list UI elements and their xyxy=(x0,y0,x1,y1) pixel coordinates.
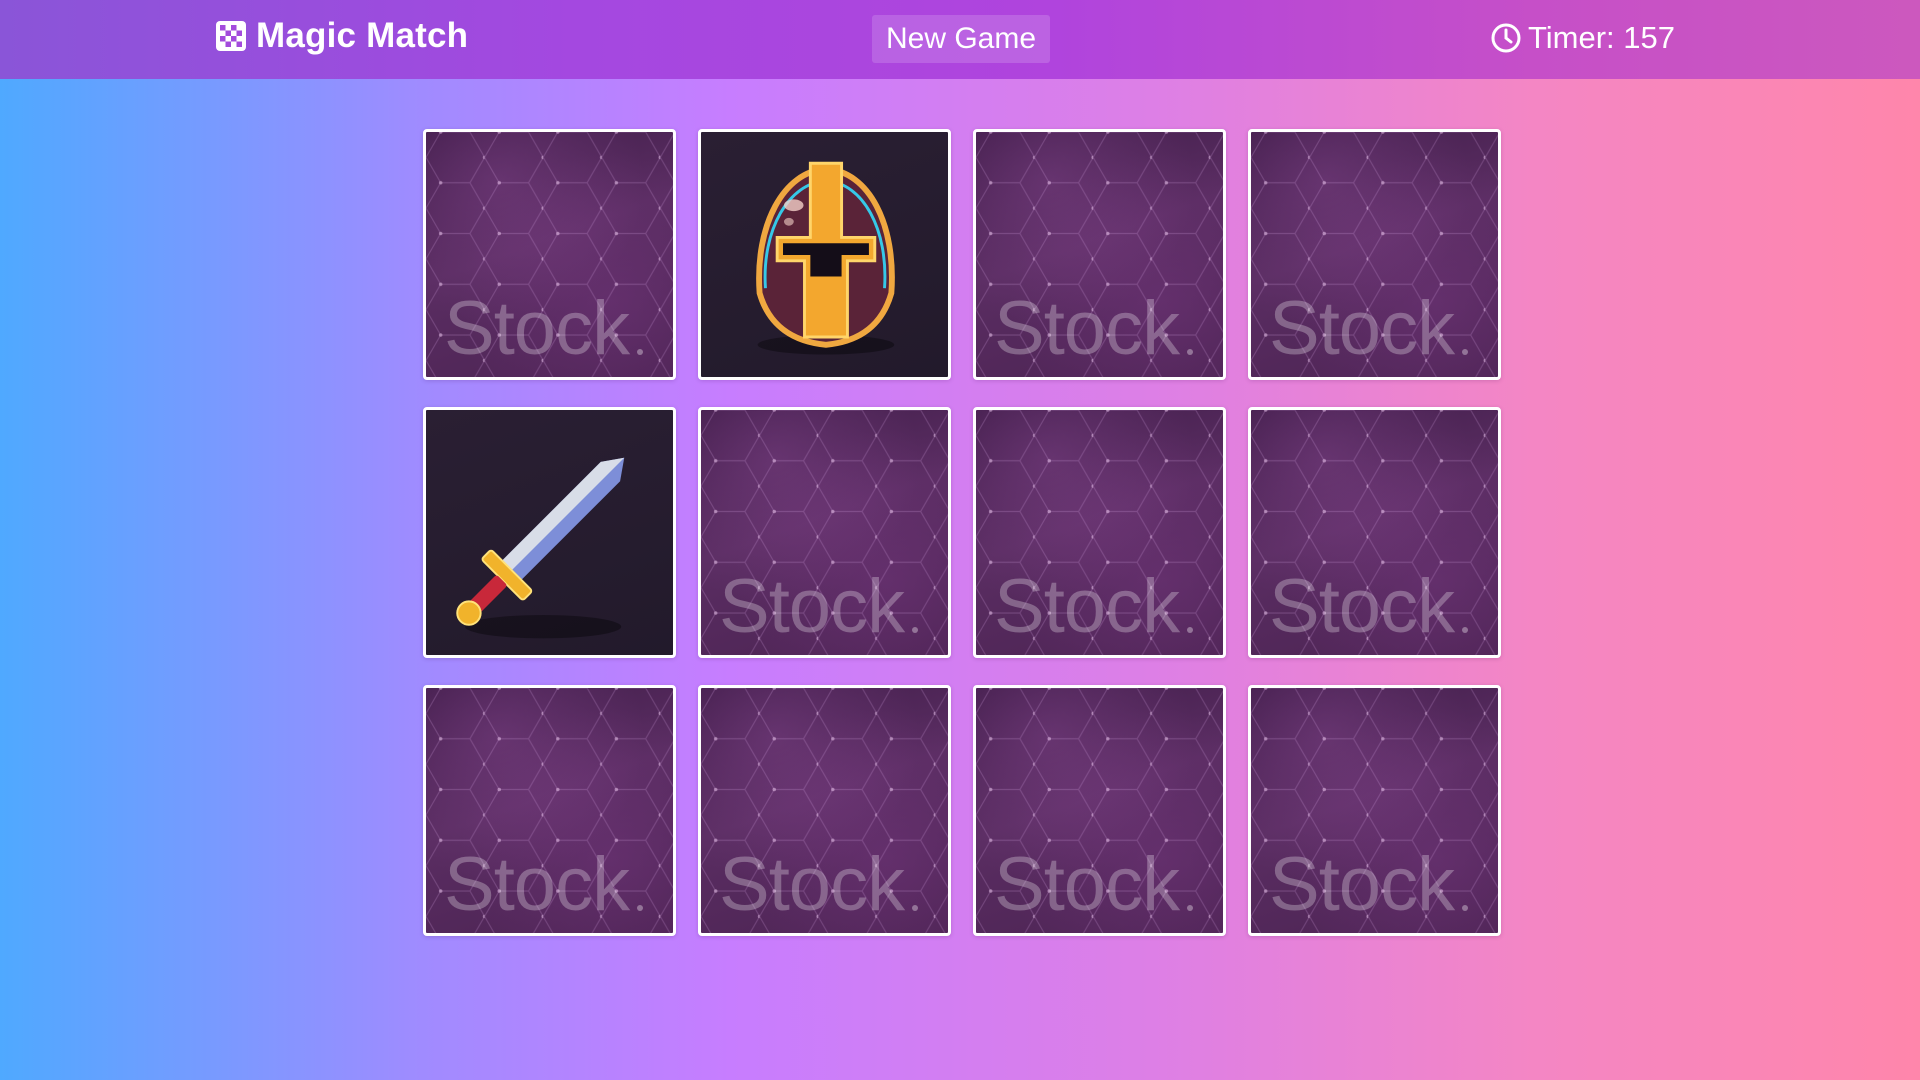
brand: Magic Match xyxy=(216,14,468,58)
card-face-down[interactable]: Stock xyxy=(1248,129,1501,380)
card-face-up-sword[interactable] xyxy=(423,407,676,658)
timer: Timer: 157 xyxy=(1490,16,1675,60)
card-watermark: Stock xyxy=(994,842,1180,927)
card-watermark: Stock xyxy=(994,286,1180,371)
card-face-down[interactable]: Stock xyxy=(973,407,1226,658)
card-watermark: Stock xyxy=(994,564,1180,649)
timer-label: Timer: 157 xyxy=(1528,20,1676,55)
card-face-down[interactable]: Stock xyxy=(698,407,951,658)
new-game-button[interactable]: New Game xyxy=(872,15,1050,63)
card-face-down[interactable]: Stock xyxy=(973,129,1226,380)
card-grid: Stock Stock Stock Stock Stock Stock Stoc… xyxy=(423,129,1501,936)
card-watermark: Stock xyxy=(1269,286,1455,371)
card-face-down[interactable]: Stock xyxy=(1248,685,1501,936)
card-face-down[interactable]: Stock xyxy=(423,129,676,380)
card-watermark: Stock xyxy=(1269,564,1455,649)
card-face-down[interactable]: Stock xyxy=(973,685,1226,936)
sword-icon xyxy=(456,457,625,639)
card-face-down[interactable]: Stock xyxy=(1248,407,1501,658)
top-bar: Magic Match New Game Timer: 157 xyxy=(0,0,1920,79)
checkerboard-icon xyxy=(216,21,246,51)
clock-icon xyxy=(1491,23,1521,53)
card-watermark: Stock xyxy=(719,842,905,927)
card-face-down[interactable]: Stock xyxy=(698,685,951,936)
card-face-up-helmet[interactable] xyxy=(698,129,951,380)
card-watermark: Stock xyxy=(444,842,630,927)
knight-helmet-icon xyxy=(756,161,895,355)
card-watermark: Stock xyxy=(444,286,630,371)
app-title: Magic Match xyxy=(256,16,469,55)
card-watermark: Stock xyxy=(719,564,905,649)
card-face-down[interactable]: Stock xyxy=(423,685,676,936)
card-watermark: Stock xyxy=(1269,842,1455,927)
